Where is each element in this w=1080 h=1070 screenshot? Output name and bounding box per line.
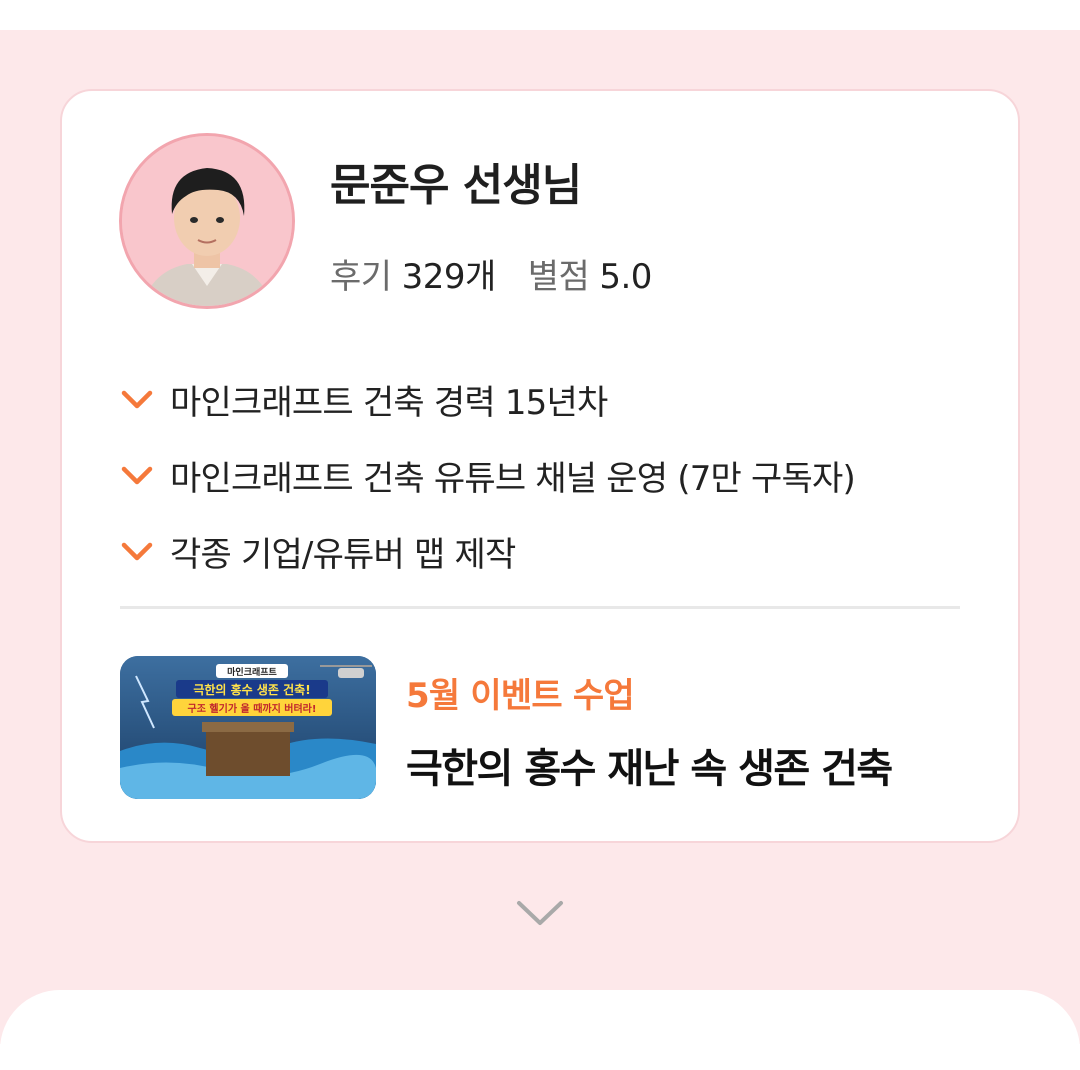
rating-value: 5.0 [599, 257, 652, 297]
thumbnail-text-1: 마인크래프트 [227, 666, 277, 678]
check-icon [121, 390, 153, 409]
feature-list: 마인크래프트 건축 경력 15년차 마인크래프트 건축 유튜브 채널 운영 (7… [120, 361, 980, 589]
chevron-down-icon[interactable] [515, 897, 565, 929]
teacher-stats: 후기 329개 별점 5.0 [330, 249, 652, 298]
reviews-label: 후기 [330, 257, 392, 297]
teacher-card: 문준우 선생님 후기 329개 별점 5.0 마인크래프트 건축 경력 15년차 마인… [60, 89, 1020, 843]
feature-text: 마인크래프트 건축 경력 15년차 [170, 382, 608, 423]
thumbnail-text-3: 구조 헬기가 올 때까지 버텨라! [188, 702, 317, 715]
check-icon [121, 466, 153, 485]
event-tag: 5월 이벤트 수업 [406, 676, 635, 716]
thumbnail-text-2: 극한의 홍수 생존 건축! [193, 682, 310, 697]
feature-item: 마인크래프트 건축 경력 15년차 [120, 361, 980, 437]
event-title[interactable]: 극한의 홍수 재난 속 생존 건축 [406, 736, 893, 794]
teacher-name: 문준우 선생님 [330, 160, 582, 211]
feature-item: 마인크래프트 건축 유튜브 채널 운영 (7만 구독자) [120, 437, 980, 513]
event-thumbnail[interactable]: 마인크래프트 극한의 홍수 생존 건축! 구조 헬기가 올 때까지 버텨라! [120, 656, 376, 799]
feature-text: 각종 기업/유튜버 맵 제작 [170, 534, 516, 575]
feature-item: 각종 기업/유튜버 맵 제작 [120, 513, 980, 589]
teacher-avatar [119, 133, 295, 309]
feature-text: 마인크래프트 건축 유튜브 채널 운영 (7만 구독자) [170, 458, 856, 499]
rating-label: 별점 [527, 257, 590, 297]
divider [120, 606, 960, 609]
reviews-count: 329개 [401, 257, 497, 297]
check-icon [121, 542, 153, 561]
bottom-sheet [0, 990, 1080, 1070]
